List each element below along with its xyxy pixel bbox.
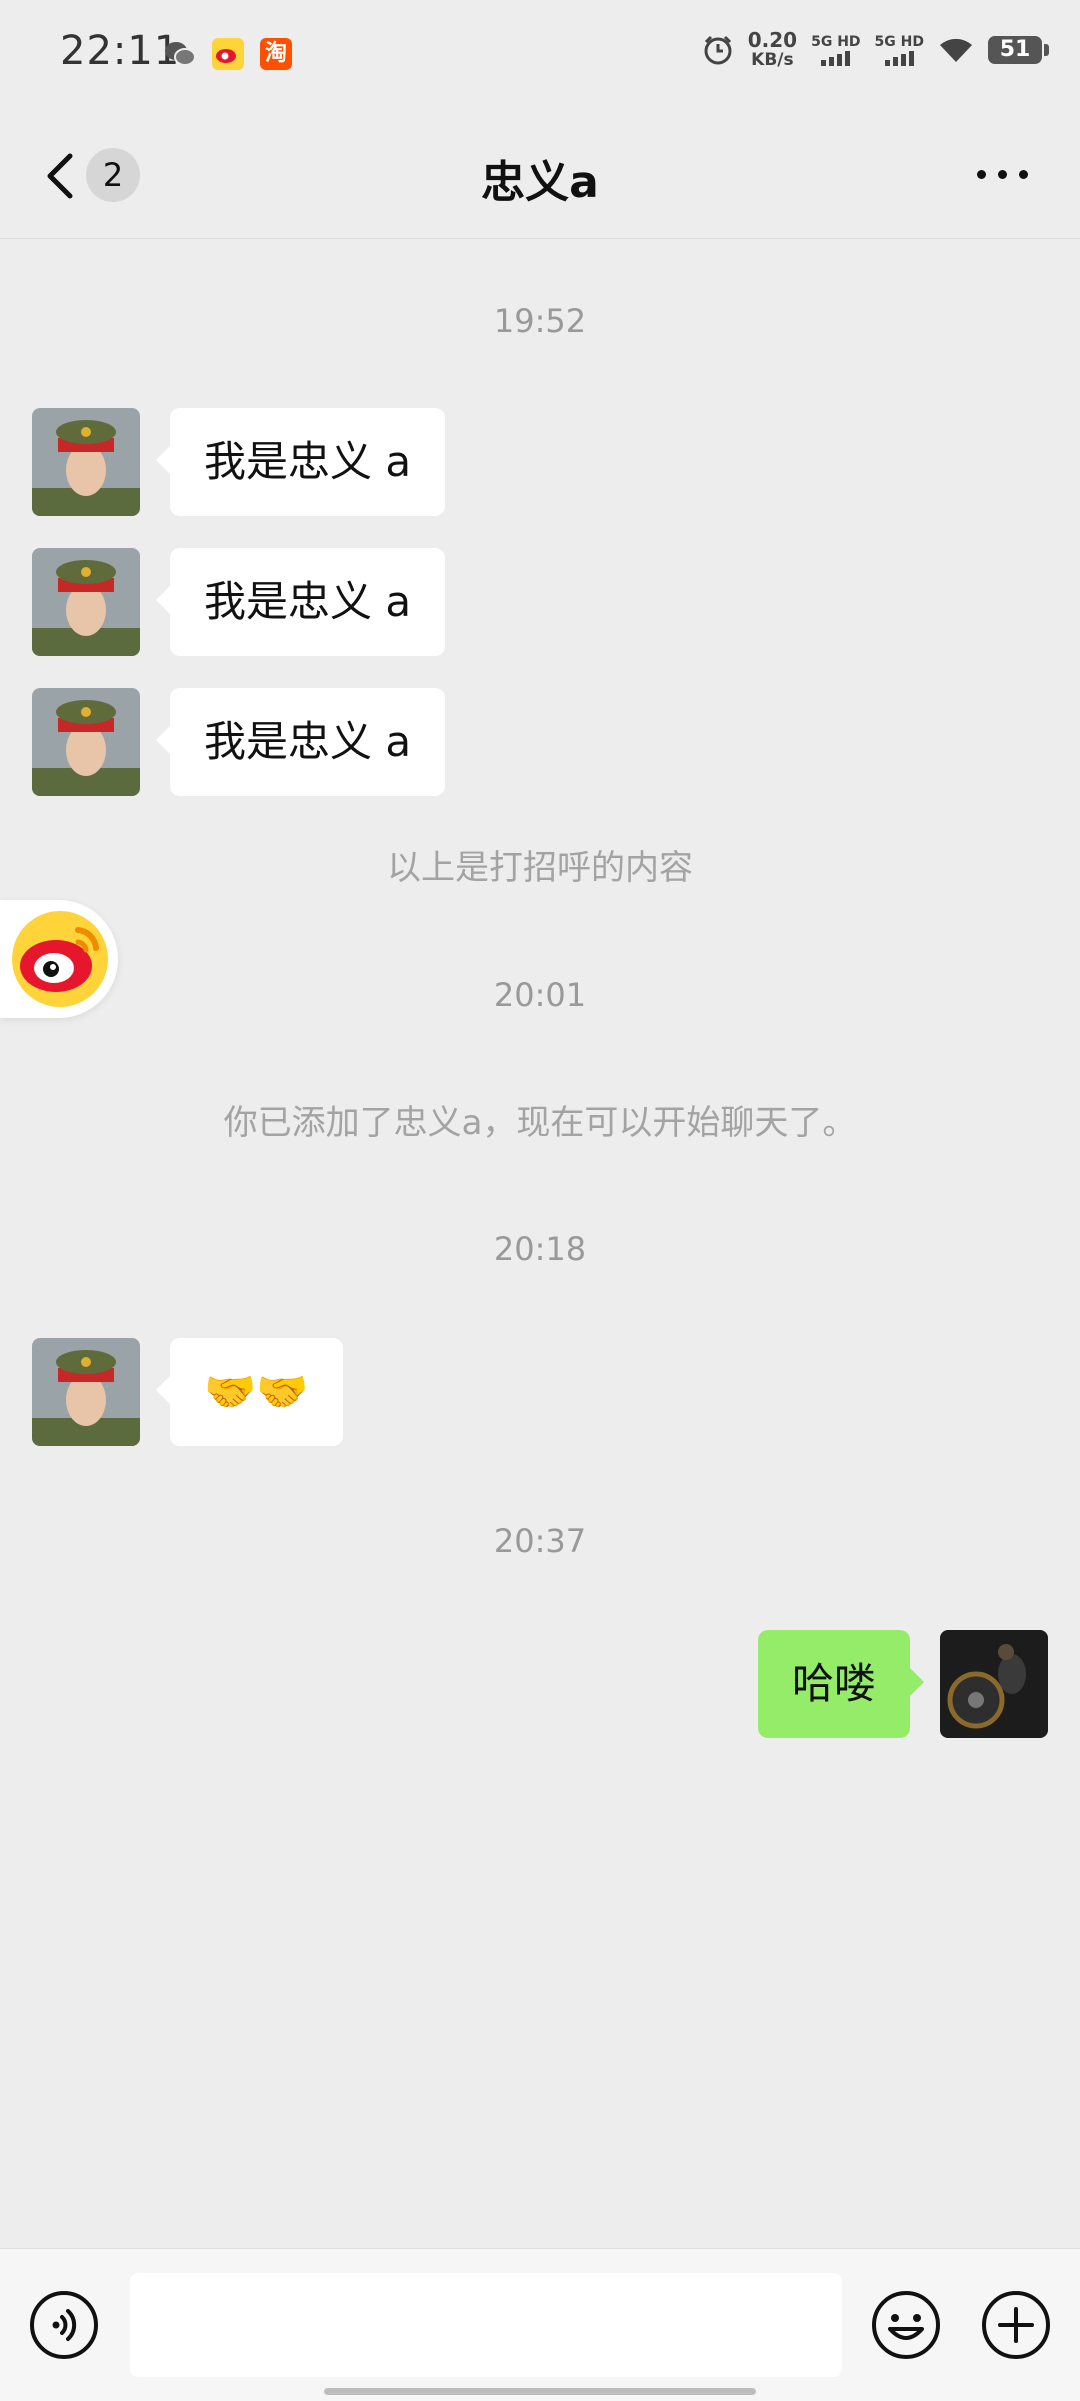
sim2-signal: 5G HD <box>875 34 924 66</box>
contact-avatar[interactable] <box>32 408 140 516</box>
weibo-icon <box>12 911 108 1007</box>
message-row: 我是忠义 a <box>32 408 446 516</box>
more-options-icon[interactable] <box>977 170 1028 179</box>
sim1-label: 5G HD <box>811 34 861 50</box>
message-bubble[interactable]: 🤝🤝 <box>156 1338 343 1446</box>
status-right: 0.20 KB/s 5G HD 5G HD 51 <box>702 30 1049 70</box>
emoji-icon[interactable] <box>870 2289 942 2361</box>
message-row-mine: 哈喽 <box>757 1630 1048 1738</box>
message-bubble[interactable]: 我是忠义 a <box>155 408 446 516</box>
add-more-icon[interactable] <box>980 2289 1052 2361</box>
battery-icon: 51 <box>988 36 1049 64</box>
chat-messages: 19:52 我是忠义 a 我是忠义 a 我是忠义 a 以上是打招呼的内容 20:… <box>0 240 1080 2230</box>
alarm-icon <box>704 35 732 65</box>
input-bar <box>0 2248 1080 2401</box>
net-speed-unit: KB/s <box>751 50 794 70</box>
voice-input-icon[interactable] <box>28 2289 100 2361</box>
message-row: 我是忠义 a <box>32 548 446 656</box>
timestamp: 19:52 <box>493 302 587 340</box>
my-avatar[interactable] <box>940 1630 1048 1738</box>
weibo-icon <box>212 38 244 70</box>
wechat-icon <box>165 42 196 66</box>
signal-bars-icon <box>875 50 924 66</box>
message-bubble[interactable]: 我是忠义 a <box>155 548 446 656</box>
floating-weibo-button[interactable] <box>0 900 118 1018</box>
sim2-label: 5G HD <box>874 34 924 50</box>
taobao-icon: 淘 <box>260 38 292 70</box>
signal-bars-icon <box>811 50 860 66</box>
status-app-icons: 淘 <box>164 38 292 70</box>
chat-title: 忠义a <box>481 157 599 208</box>
status-bar: 22:11 淘 0.20 KB/s 5G HD 5G HD 51 <box>0 0 1080 118</box>
my-message-bubble[interactable]: 哈喽 <box>757 1630 925 1738</box>
status-time: 22:11 <box>60 28 181 74</box>
sim1-signal: 5G HD <box>811 34 861 66</box>
timestamp: 20:18 <box>493 1230 587 1268</box>
contact-avatar[interactable] <box>32 548 140 656</box>
message-bubble[interactable]: 我是忠义 a <box>155 688 446 796</box>
timestamp: 20:37 <box>493 1522 587 1560</box>
system-note: 以上是打招呼的内容 <box>387 848 693 888</box>
chat-header: 2 忠义a <box>0 118 1080 239</box>
timestamp: 20:01 <box>493 976 587 1014</box>
message-row: 🤝🤝 <box>32 1338 343 1446</box>
system-note: 你已添加了忠义a，现在可以开始聊天了。 <box>223 1103 857 1143</box>
wifi-icon <box>940 38 972 62</box>
message-row: 我是忠义 a <box>32 688 446 796</box>
contact-avatar[interactable] <box>32 688 140 796</box>
contact-avatar[interactable] <box>32 1338 140 1446</box>
net-speed: 0.20 KB/s <box>748 30 797 70</box>
message-input[interactable] <box>130 2273 842 2377</box>
home-indicator[interactable] <box>324 2388 756 2395</box>
net-speed-value: 0.20 <box>747 28 798 52</box>
